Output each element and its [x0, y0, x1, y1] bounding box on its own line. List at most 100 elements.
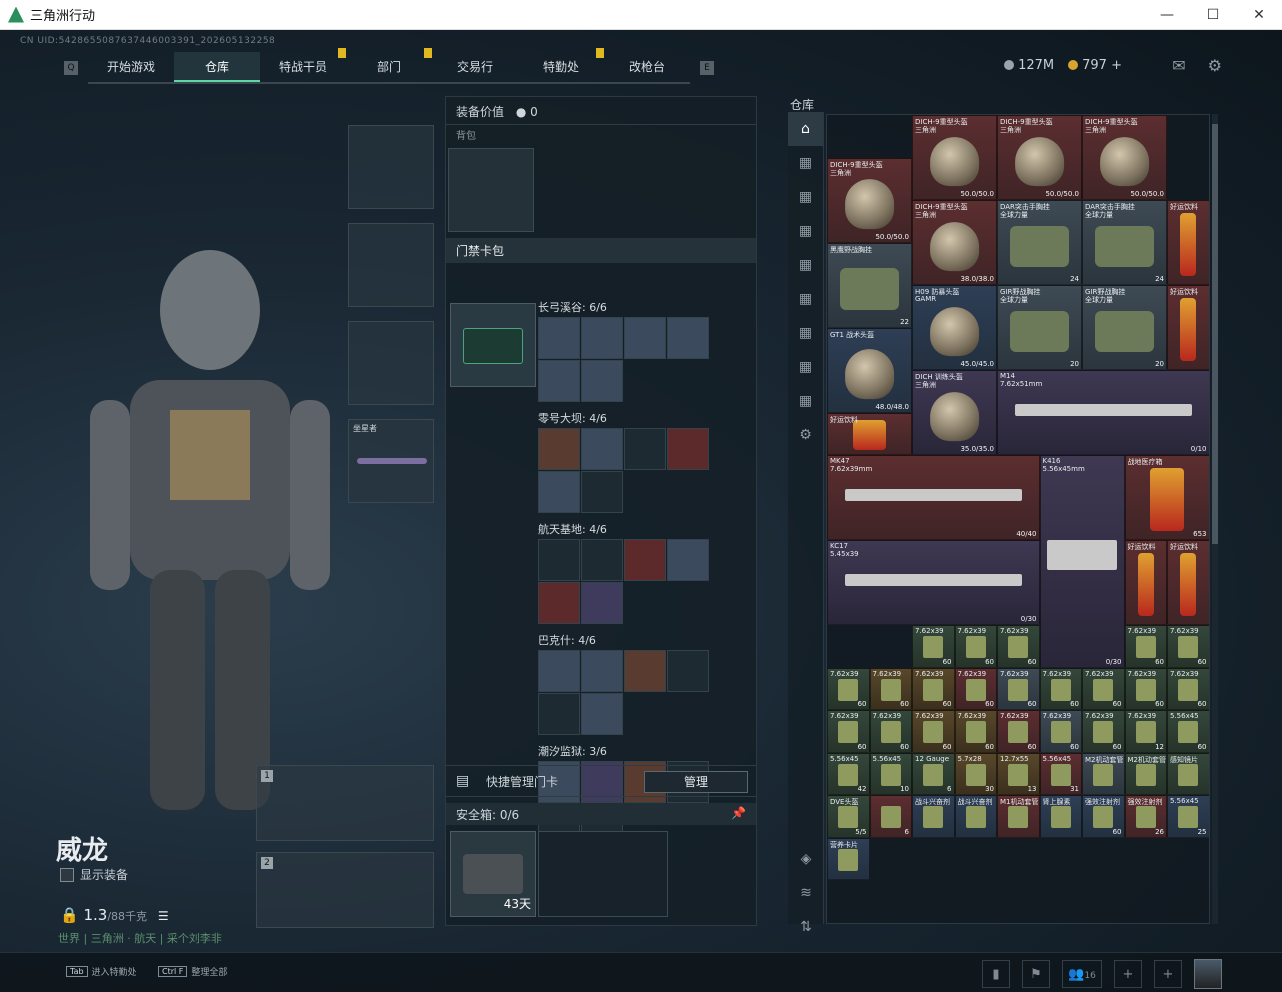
close-button[interactable]: ✕ — [1236, 0, 1282, 30]
warehouse-small-item[interactable]: 7.62x39 60 — [1082, 667, 1125, 710]
add-gold-button[interactable]: + — [1111, 58, 1122, 73]
keycard-item[interactable] — [667, 428, 709, 470]
keycard-item[interactable] — [667, 539, 709, 581]
warehouse-item[interactable]: 黑鹰野战胸挂 22 — [827, 242, 912, 328]
warehouse-small-item[interactable]: 5.56x45 10 — [869, 752, 912, 795]
warehouse-tab-all[interactable]: ⌂ — [788, 112, 823, 146]
keycard-item[interactable] — [624, 650, 666, 692]
minimize-button[interactable]: — — [1144, 0, 1190, 30]
warehouse-small-item[interactable]: 7.62x39 60 — [1167, 625, 1209, 668]
warehouse-small-item[interactable]: 7.62x39 60 — [1124, 667, 1167, 710]
warehouse-item[interactable]: 好运饮料 — [1167, 285, 1209, 370]
warehouse-small-item[interactable]: 7.62x39 60 — [869, 710, 912, 753]
warehouse-small-item[interactable]: 5.56x45 42 — [827, 752, 870, 795]
keycard-empty-slot[interactable] — [581, 539, 623, 581]
warehouse-item[interactable]: GT1 战术头盔 48.0/48.0 — [827, 327, 912, 413]
keycard-item[interactable] — [581, 360, 623, 402]
warehouse-tab-1[interactable]: ▦ — [788, 146, 823, 180]
warehouse-item[interactable]: 好运饮料 — [1167, 200, 1209, 285]
friends-button[interactable]: 👥16 — [1062, 960, 1102, 988]
warehouse-item[interactable]: MK47 7.62x39mm 40/40 — [827, 455, 1040, 540]
warehouse-item[interactable]: DICH-9重型头盔 三角洲 50.0/50.0 — [1082, 115, 1167, 200]
weight-list-icon[interactable]: ☰ — [158, 909, 169, 923]
warehouse-small-item[interactable]: 7.62x39 60 — [827, 710, 870, 753]
keycard-empty-slot[interactable] — [538, 693, 580, 735]
primary-weapon-slot[interactable]: 1 — [256, 765, 434, 841]
keycard-item[interactable] — [581, 582, 623, 624]
warehouse-small-item[interactable]: M2机动套管 — [1124, 752, 1167, 795]
settings-gear-icon[interactable]: ⚙ — [1208, 56, 1222, 75]
warehouse-small-item[interactable]: 12 Gauge 6 — [912, 752, 955, 795]
warehouse-small-item[interactable]: 强效注射剂 60 — [1082, 795, 1125, 838]
safe-box-grid[interactable] — [538, 831, 668, 917]
keycard-item[interactable] — [624, 317, 666, 359]
player-avatar[interactable] — [1194, 959, 1222, 989]
warehouse-small-item[interactable]: 7.62x39 60 — [954, 667, 997, 710]
warehouse-item[interactable]: M14 7.62x51mm 0/10 — [997, 370, 1209, 455]
warehouse-layers-icon[interactable]: ≋ — [788, 876, 824, 910]
keycard-item[interactable] — [581, 428, 623, 470]
warehouse-tool-1-icon[interactable]: ◈ — [788, 842, 824, 876]
armor-slot[interactable] — [348, 223, 434, 307]
keycard-item[interactable] — [624, 539, 666, 581]
warehouse-item[interactable]: 战地医疗箱 653 — [1124, 455, 1209, 540]
tab-2[interactable]: 特战干员 — [260, 48, 346, 82]
warehouse-sort-icon[interactable]: ⇅ — [788, 910, 824, 944]
warehouse-small-item[interactable]: 7.62x39 12 — [1124, 710, 1167, 753]
safe-box-slot[interactable]: 43天 — [450, 831, 536, 917]
warehouse-item[interactable]: DICH-9重型头盔 三角洲 50.0/50.0 — [827, 157, 912, 243]
manage-button[interactable]: 管理 — [644, 771, 748, 793]
warehouse-small-item[interactable]: 7.62x39 60 — [1082, 710, 1125, 753]
flag-icon[interactable]: ⚑ — [1022, 960, 1050, 988]
nav-next-key[interactable]: E — [700, 61, 714, 75]
pistol-slot[interactable] — [348, 321, 434, 405]
warehouse-small-item[interactable]: 12.7x55 13 — [997, 752, 1040, 795]
warehouse-small-item[interactable]: 7.62x39 60 — [1124, 625, 1167, 668]
secondary-weapon-slot[interactable]: 2 — [256, 852, 434, 928]
keycard-case-slot[interactable] — [450, 303, 536, 387]
warehouse-tab-5[interactable]: ▦ — [788, 282, 823, 316]
warehouse-small-item[interactable]: 5.7x28 30 — [954, 752, 997, 795]
tab-1[interactable]: 仓库 — [174, 52, 260, 82]
warehouse-small-item[interactable]: 7.62x39 60 — [912, 710, 955, 753]
warehouse-item[interactable]: DAR突击手胸挂 全球力量 24 — [997, 200, 1082, 285]
show-equip-toggle[interactable]: 显示装备 — [60, 866, 128, 883]
gold-currency[interactable]: 797 + — [1068, 58, 1122, 73]
stats-icon[interactable]: ▮ — [982, 960, 1010, 988]
warehouse-item[interactable]: KC17 5.45x39 0/30 — [827, 540, 1040, 625]
keycard-empty-slot[interactable] — [667, 650, 709, 692]
warehouse-small-item[interactable]: 战斗兴奋剂 — [912, 795, 955, 838]
warehouse-tab-2[interactable]: ▦ — [788, 180, 823, 214]
warehouse-small-item[interactable]: 6 — [869, 795, 912, 838]
warehouse-small-item[interactable]: 5.56x45 31 — [1039, 752, 1082, 795]
warehouse-small-item[interactable]: 7.62x39 60 — [997, 667, 1040, 710]
tab-3[interactable]: 部门 — [346, 48, 432, 82]
tab-0[interactable]: 开始游戏 — [88, 52, 174, 82]
warehouse-tab-4[interactable]: ▦ — [788, 248, 823, 282]
warehouse-tab-8[interactable]: ▦ — [788, 384, 823, 418]
warehouse-small-item[interactable]: 感知镜片 — [1167, 752, 1209, 795]
warehouse-item[interactable]: DICH 训练头盔 三角洲 35.0/35.0 — [912, 370, 997, 455]
warehouse-item[interactable]: 好运饮料 — [1124, 540, 1167, 625]
warehouse-small-item[interactable]: 7.62x39 60 — [1167, 667, 1209, 710]
keycard-item[interactable] — [581, 317, 623, 359]
keycard-item[interactable] — [581, 693, 623, 735]
warehouse-item[interactable]: H09 防暴头盔 GAMR 45.0/45.0 — [912, 285, 997, 370]
warehouse-small-item[interactable]: 7.62x39 60 — [997, 710, 1040, 753]
invite-slot-2[interactable]: + — [1154, 960, 1182, 988]
keycard-item[interactable] — [538, 650, 580, 692]
warehouse-item[interactable]: GIR野战胸挂 全球力量 20 — [997, 285, 1082, 370]
warehouse-scrollbar[interactable] — [1212, 114, 1218, 924]
warehouse-tab-3[interactable]: ▦ — [788, 214, 823, 248]
warehouse-item[interactable]: 好运饮料 — [827, 412, 912, 455]
keycard-empty-slot[interactable] — [624, 428, 666, 470]
warehouse-small-item[interactable]: 7.62x39 60 — [954, 710, 997, 753]
warehouse-small-item[interactable]: DVE头盔 5/5 — [827, 795, 870, 838]
tab-4[interactable]: 交易行 — [432, 52, 518, 82]
warehouse-item[interactable]: DICH-9重型头盔 三角洲 50.0/50.0 — [912, 115, 997, 200]
warehouse-small-item[interactable]: 7.62x39 60 — [997, 625, 1040, 668]
warehouse-item[interactable]: DICH-9重型头盔 三角洲 38.0/38.0 — [912, 200, 997, 285]
hint-enter-special[interactable]: Tab 进入特勤处 — [66, 965, 137, 978]
keycard-item[interactable] — [581, 650, 623, 692]
maximize-button[interactable]: ☐ — [1190, 0, 1236, 30]
